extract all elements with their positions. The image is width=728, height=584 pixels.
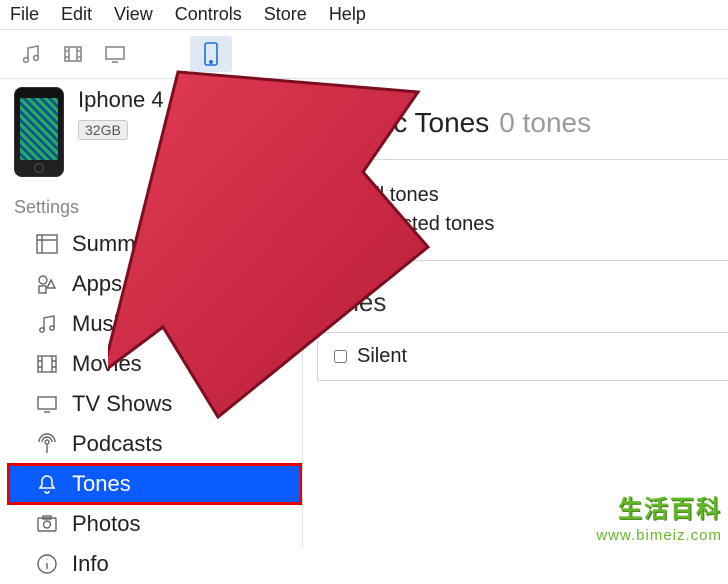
music-tab-icon[interactable] [10,36,52,72]
device-battery: 99% [212,119,248,139]
radio-selected-tones[interactable]: Selected tones [338,213,728,236]
radio-all-tones-input[interactable] [338,188,354,204]
info-icon [34,553,60,575]
menu-help[interactable]: Help [329,4,366,25]
menu-controls[interactable]: Controls [175,4,242,25]
radio-selected-tones-input[interactable] [338,217,354,233]
tone-item-checkbox[interactable] [334,350,347,363]
sidebar-item-music[interactable]: Music [8,304,302,344]
sidebar-item-summary[interactable]: Summary [8,224,302,264]
content-pane: Sync Tones 0 tones All tones Selected to… [302,79,728,547]
sidebar: Iphone 4 32GB 99% Settings Summary Apps … [0,79,302,547]
sidebar-item-info[interactable]: Info [8,544,302,584]
podcasts-icon [34,433,60,455]
tone-item-label: Silent [357,345,407,368]
summary-icon [34,233,60,255]
music-sidebar-icon [34,313,60,335]
sidebar-item-label: Movies [72,351,142,377]
sidebar-item-label: TV Shows [72,391,172,417]
sidebar-item-tvshows[interactable]: TV Shows [8,384,302,424]
movies-tab-icon[interactable] [52,36,94,72]
more-tab-icon[interactable] [136,36,178,72]
apps-icon [34,273,60,295]
main-area: Iphone 4 32GB 99% Settings Summary Apps … [0,79,728,547]
tones-icon [34,473,60,495]
sidebar-item-tones[interactable]: Tones [8,464,302,504]
device-tab-icon[interactable] [190,36,232,72]
sidebar-item-label: Tones [72,471,131,497]
radio-all-tones[interactable]: All tones [338,184,728,207]
sync-tones-checkbox[interactable] [317,114,335,132]
photos-icon [34,513,60,535]
tv-sidebar-icon [34,393,60,415]
sidebar-item-apps[interactable]: Apps [8,264,302,304]
sidebar-item-label: Photos [72,511,141,537]
sync-tones-label: Sync Tones [345,107,489,139]
watermark-url: www.bimeiz.com [596,527,722,544]
menu-store[interactable]: Store [264,4,307,25]
tone-item[interactable]: Silent [334,345,728,368]
tones-list: Silent [317,332,728,381]
radio-selected-tones-label: Selected tones [362,213,494,236]
sidebar-item-podcasts[interactable]: Podcasts [8,424,302,464]
menu-view[interactable]: View [114,4,153,25]
menu-edit[interactable]: Edit [61,4,92,25]
sidebar-item-movies[interactable]: Movies [8,344,302,384]
sidebar-item-photos[interactable]: Photos [8,504,302,544]
movies-sidebar-icon [34,353,60,375]
settings-list: Summary Apps Music Movies TV Shows Podca… [8,224,302,584]
device-capacity-badge: 32GB [78,120,128,140]
sync-tones-count: 0 tones [499,107,591,139]
device-thumbnail [14,87,64,177]
menu-file[interactable]: File [10,4,39,25]
sidebar-section-label: Settings [8,187,302,224]
sidebar-item-label: Summary [72,231,166,257]
sidebar-item-label: Info [72,551,109,577]
radio-all-tones-label: All tones [362,184,439,207]
menu-bar: File Edit View Controls Store Help [0,0,728,30]
tones-section-header: Tones [317,287,728,318]
watermark-text: 生活百科 [618,489,722,524]
sidebar-item-label: Podcasts [72,431,163,457]
sidebar-item-label: Apps [72,271,122,297]
device-header: Iphone 4 32GB 99% [8,87,302,187]
sync-options-panel: All tones Selected tones [317,159,728,261]
tv-tab-icon[interactable] [94,36,136,72]
device-name: Iphone 4 [78,87,296,113]
sidebar-item-label: Music [72,311,129,337]
toolbar [0,30,728,79]
sync-header: Sync Tones 0 tones [317,107,728,139]
